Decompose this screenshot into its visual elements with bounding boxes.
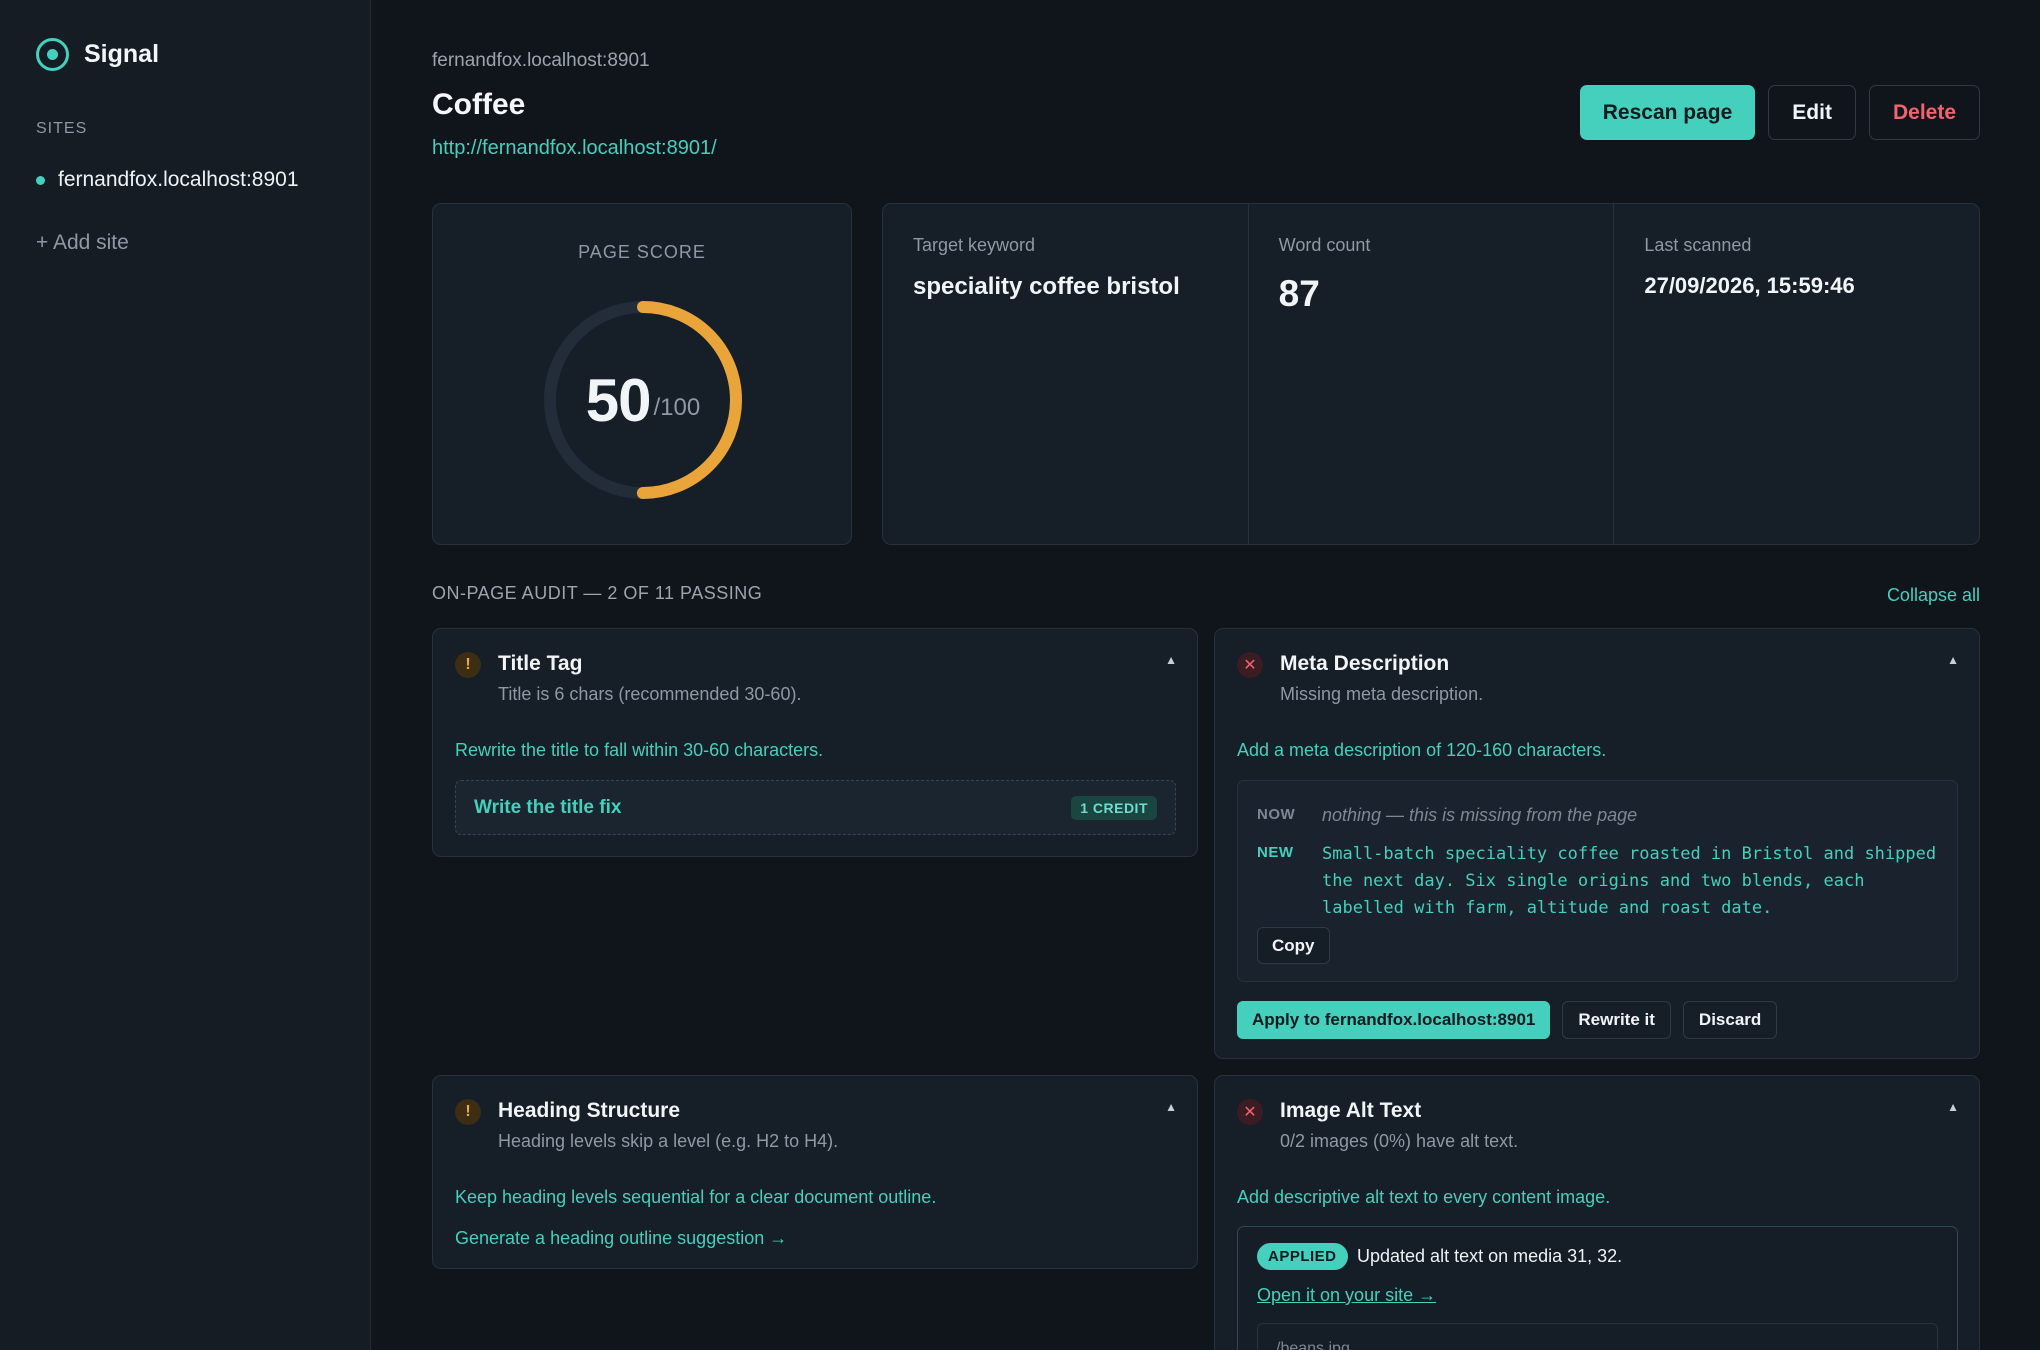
heading-outline-link[interactable]: Generate a heading outline suggestion → (455, 1228, 787, 1249)
audit-card-summary: 0/2 images (0%) have alt text. (1280, 1131, 1519, 1151)
chevron-up-icon[interactable]: ▲ (1165, 1100, 1177, 1114)
rescan-page-button[interactable]: Rescan page (1579, 85, 1756, 140)
now-value: nothing — this is missing from the page (1322, 805, 1638, 825)
score-readout: 50 /100 (541, 298, 745, 502)
add-site-button[interactable]: + Add site (36, 231, 129, 255)
target-keyword-value: speciality coffee bristol (913, 273, 1180, 300)
audit-card-heading-structure: ! Heading Structure Heading levels skip … (432, 1075, 1198, 1269)
applied-box: APPLIED Updated alt text on media 31, 32… (1237, 1226, 1958, 1350)
audit-card-title[interactable]: Meta Description (1280, 652, 1449, 676)
word-count-value: 87 (1278, 273, 1320, 314)
copy-button[interactable]: Copy (1257, 927, 1330, 964)
site-status-dot-icon (36, 175, 45, 185)
page-actions: Rescan page Edit Delete (1579, 85, 1980, 140)
audit-card-recommendation: Add descriptive alt text to every conten… (1237, 1187, 1611, 1207)
signal-logo-icon (36, 38, 69, 71)
chevron-up-icon[interactable]: ▲ (1947, 653, 1959, 667)
audit-card-summary: Title is 6 chars (recommended 30-60). (498, 684, 802, 704)
audit-card-meta-description: ✕ Meta Description Missing meta descript… (1214, 628, 1980, 1059)
meta-actions: Apply to fernandfox.localhost:8901 Rewri… (1237, 1001, 1778, 1039)
brand-name: Signal (84, 40, 160, 68)
chevron-up-icon[interactable]: ▲ (1947, 1100, 1959, 1114)
image-item: /beans.jpg (1257, 1323, 1938, 1350)
score-value: 50 (585, 366, 652, 434)
sidebar-item-site[interactable]: fernandfox.localhost:8901 (36, 168, 299, 192)
collapse-all-link[interactable]: Collapse all (1887, 585, 1980, 606)
stat-word-count: Word count 87 (1249, 204, 1615, 544)
meta-diff-box: NOW nothing — this is missing from the p… (1237, 780, 1958, 982)
sidebar: Signal SITES fernandfox.localhost:8901 +… (0, 0, 371, 1350)
warning-icon: ! (455, 652, 481, 678)
discard-button[interactable]: Discard (1682, 1001, 1778, 1039)
last-scanned-value: 27/09/2026, 15:59:46 (1644, 273, 1855, 298)
page-title: Coffee (432, 88, 526, 121)
stat-target-keyword: Target keyword speciality coffee bristol (883, 204, 1249, 544)
audit-card-recommendation: Add a meta description of 120-160 charac… (1237, 740, 1607, 760)
stat-label: Last scanned (1644, 235, 1752, 255)
main-content: fernandfox.localhost:8901 Coffee http://… (432, 0, 1980, 1350)
sites-section-label: SITES (36, 120, 88, 137)
breadcrumb[interactable]: fernandfox.localhost:8901 (432, 50, 650, 72)
write-title-fix-button[interactable]: Write the title fix 1 CREDIT (455, 780, 1176, 835)
audit-card-recommendation: Keep heading levels sequential for a cle… (455, 1187, 937, 1207)
delete-button[interactable]: Delete (1868, 85, 1980, 140)
rewrite-button[interactable]: Rewrite it (1562, 1001, 1671, 1039)
audit-heading: ON-PAGE AUDIT — 2 OF 11 PASSING (432, 583, 763, 603)
page-stats-card: Target keyword speciality coffee bristol… (882, 203, 1980, 545)
stat-label: Target keyword (913, 235, 1036, 255)
audit-card-summary: Heading levels skip a level (e.g. H2 to … (498, 1131, 839, 1151)
open-on-site-link[interactable]: Open it on your site → (1257, 1285, 1436, 1306)
new-meta-description: Small-batch speciality coffee roasted in… (1322, 844, 1937, 918)
sidebar-item-label: fernandfox.localhost:8901 (58, 168, 299, 191)
page-url-link[interactable]: http://fernandfox.localhost:8901/ (432, 137, 717, 160)
audit-card-summary: Missing meta description. (1280, 684, 1484, 704)
chevron-up-icon[interactable]: ▲ (1165, 653, 1177, 667)
audit-card-image-alt-text: ✕ Image Alt Text 0/2 images (0%) have al… (1214, 1075, 1980, 1350)
apply-button[interactable]: Apply to fernandfox.localhost:8901 (1237, 1001, 1551, 1039)
error-x-icon: ✕ (1237, 652, 1263, 678)
applied-badge: APPLIED (1257, 1243, 1348, 1270)
audit-card-title[interactable]: Image Alt Text (1280, 1099, 1421, 1123)
credit-badge: 1 CREDIT (1071, 795, 1157, 820)
error-x-icon: ✕ (1237, 1099, 1263, 1125)
stat-last-scanned: Last scanned 27/09/2026, 15:59:46 (1614, 204, 1979, 544)
audit-card-title-tag: ! Title Tag Title is 6 chars (recommende… (432, 628, 1198, 857)
edit-button[interactable]: Edit (1768, 85, 1856, 140)
audit-card-recommendation: Rewrite the title to fall within 30-60 c… (455, 740, 824, 760)
score-max: /100 (653, 394, 701, 421)
stat-label: Word count (1278, 235, 1371, 255)
page-score-card: PAGE SCORE 50 /100 (432, 203, 852, 545)
page-score-label: PAGE SCORE (578, 242, 706, 262)
warning-icon: ! (455, 1099, 481, 1125)
now-label: NOW (1257, 806, 1296, 823)
write-title-fix-label: Write the title fix (474, 796, 622, 818)
applied-message: Updated alt text on media 31, 32. (1357, 1246, 1623, 1266)
new-label: NEW (1257, 844, 1294, 861)
audit-card-title[interactable]: Heading Structure (498, 1099, 680, 1123)
brand[interactable]: Signal (36, 38, 159, 71)
audit-card-title[interactable]: Title Tag (498, 652, 582, 676)
